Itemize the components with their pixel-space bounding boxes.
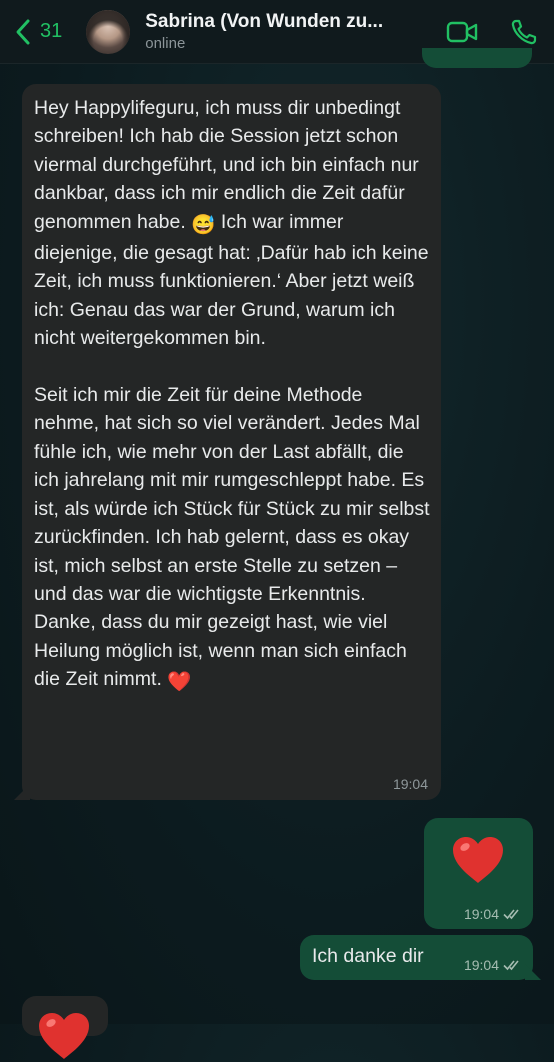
message-time: 19:04 [392,776,428,792]
video-call-icon[interactable] [446,18,478,46]
heart-icon [39,1013,89,1059]
message-text: Hey Happylifeguru, ich muss dir unbeding… [34,94,431,697]
previous-outgoing-bubble [422,48,532,68]
outgoing-heart-bubble[interactable]: 19:04 [424,818,533,929]
unread-count: 31 [40,20,63,42]
contact-name: Sabrina (Von Wunden zu... [145,11,384,32]
back-chevron-icon [16,19,30,44]
contact-info[interactable]: Sabrina (Von Wunden zu... online [145,11,415,52]
outgoing-text-bubble[interactable]: Ich danke dir 19:04 [300,935,541,980]
message-time: 19:04 [463,957,499,973]
incoming-message-bubble[interactable]: Hey Happylifeguru, ich muss dir unbeding… [14,84,441,800]
message-text: Ich danke dir [312,945,424,967]
heart-icon [453,837,503,883]
avatar[interactable] [86,9,131,54]
double-check-icon [503,909,519,920]
double-check-icon [503,960,519,971]
phone-icon[interactable] [508,18,540,46]
back-button[interactable]: 31 [14,18,62,46]
heart-emoji: ❤️ [167,671,192,694]
contact-status: online [145,35,186,52]
incoming-heart-bubble[interactable] [22,996,108,1059]
sweat-smile-emoji: 😅 [191,213,216,236]
message-time: 19:04 [463,906,499,922]
